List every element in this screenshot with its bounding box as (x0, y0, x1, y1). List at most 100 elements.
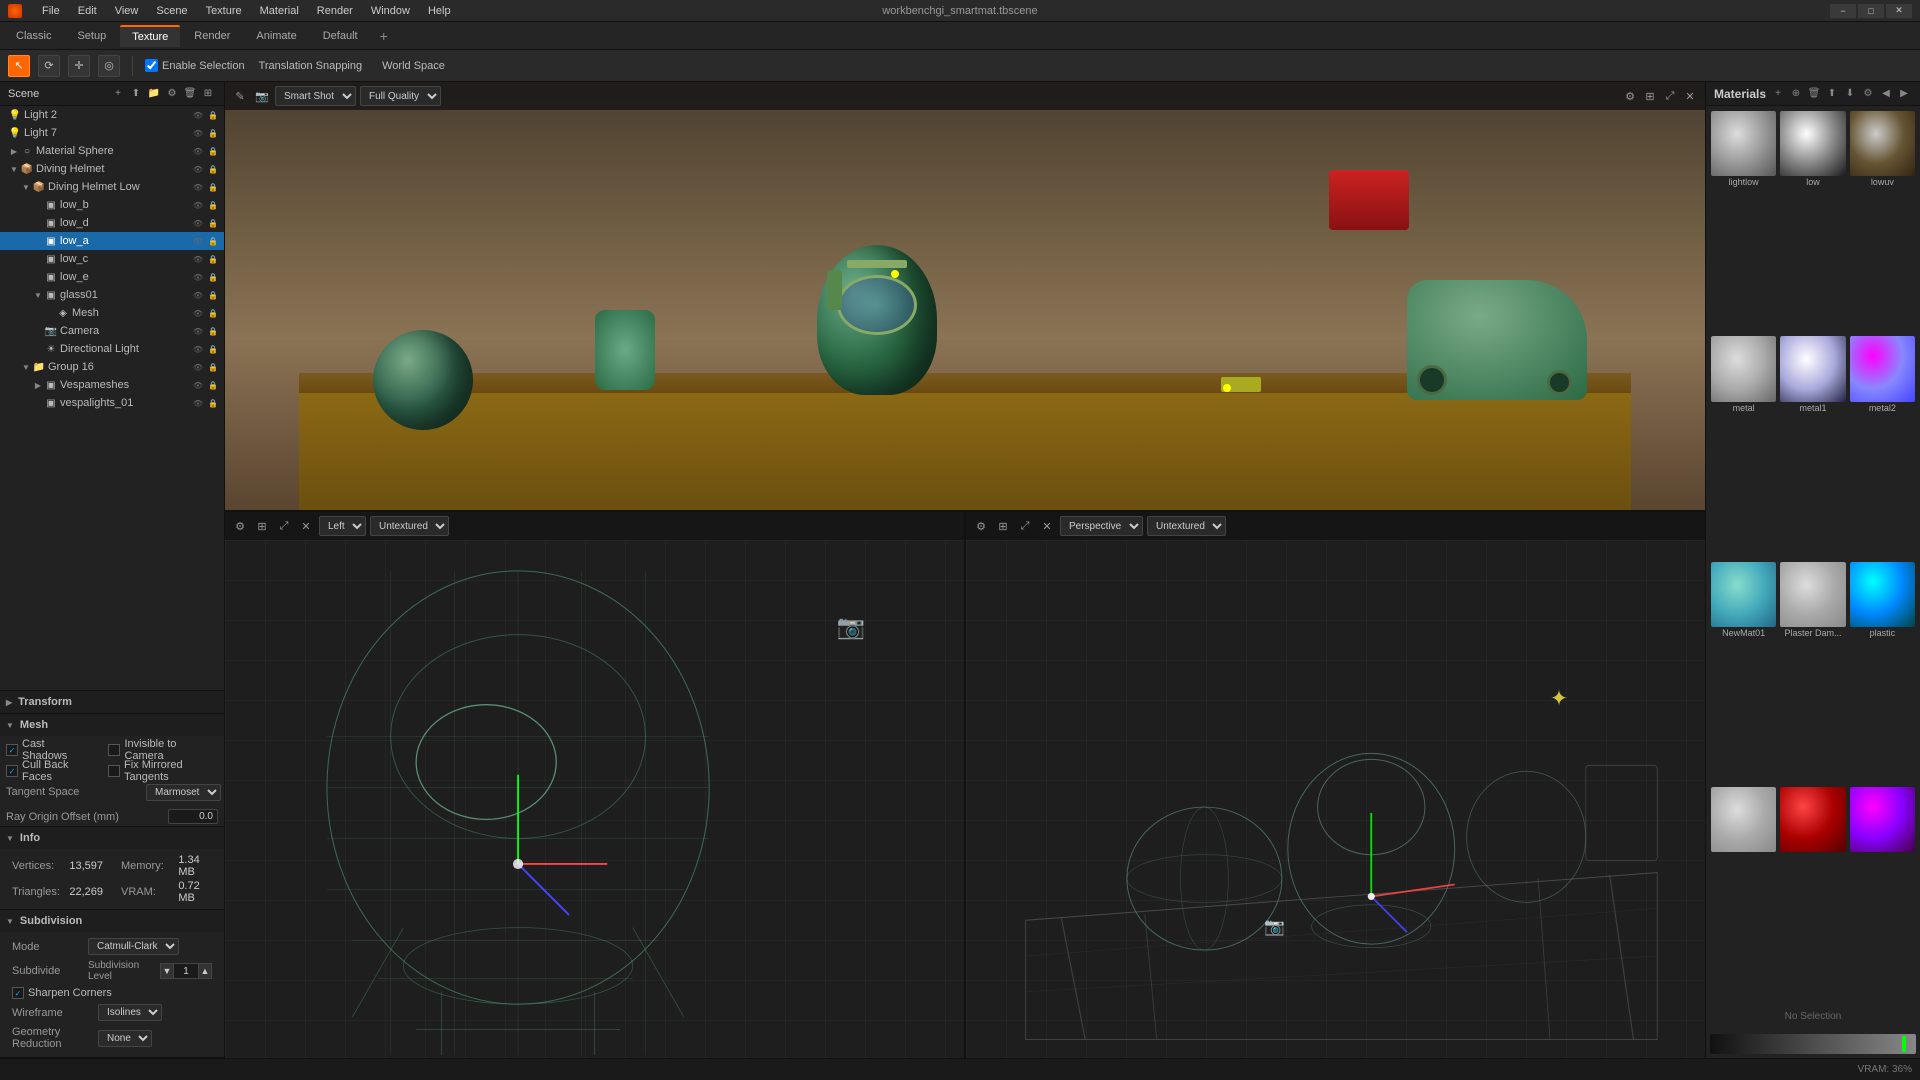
invisible-camera-checkbox[interactable] (108, 744, 120, 756)
rotate-tool-button[interactable]: ⟳ (38, 55, 60, 77)
close-button[interactable]: ✕ (1886, 4, 1912, 18)
material-metal2[interactable]: metal2 (1849, 335, 1916, 558)
tab-render[interactable]: Render (182, 26, 242, 46)
translation-snapping-label[interactable]: Translation Snapping (253, 58, 369, 74)
scene-import-button[interactable]: ⬆ (128, 86, 144, 102)
right-vp-close-icon[interactable]: ✕ (1038, 517, 1056, 535)
left-shading-dropdown[interactable]: Untextured (370, 516, 449, 536)
quality-dropdown[interactable]: Full Quality (360, 86, 441, 106)
viewport-layout-icon[interactable]: ⊞ (1641, 87, 1659, 105)
menu-scene[interactable]: Scene (148, 3, 195, 19)
wireframe-select[interactable]: Isolines (98, 1004, 162, 1021)
maximize-button[interactable]: □ (1858, 4, 1884, 18)
menu-help[interactable]: Help (420, 3, 459, 19)
mode-select[interactable]: Catmull-Clark (88, 938, 179, 955)
info-header[interactable]: ▼ Info (0, 827, 224, 849)
tree-item-diving-helmet-low[interactable]: ▼ 📦 Diving Helmet Low 👁🔒 (0, 178, 224, 196)
expand-arrow[interactable]: ▼ (20, 361, 32, 373)
color-bar-handle[interactable] (1902, 1036, 1906, 1052)
right-vp-expand-icon[interactable]: ⤢ (1016, 517, 1034, 535)
scene-folder-button[interactable]: 📁 (146, 86, 162, 102)
right-vp-layout-icon[interactable]: ⊞ (994, 517, 1012, 535)
menu-render[interactable]: Render (309, 3, 361, 19)
mat-duplicate-button[interactable]: ⊕ (1788, 86, 1804, 102)
tree-item-camera[interactable]: 📷 Camera 👁🔒 (0, 322, 224, 340)
menu-edit[interactable]: Edit (70, 3, 105, 19)
expand-arrow[interactable]: ▶ (8, 145, 20, 157)
cast-shadows-checkbox[interactable] (6, 744, 18, 756)
right-viewport[interactable]: ⚙ ⊞ ⤢ ✕ Perspective Untextured (966, 512, 1705, 1058)
lock-icon[interactable]: 🔒 (206, 108, 220, 122)
material-low[interactable]: low (1779, 110, 1846, 333)
expand-arrow[interactable]: ▼ (32, 289, 44, 301)
color-bar[interactable] (1710, 1034, 1916, 1054)
tab-animate[interactable]: Animate (244, 26, 308, 46)
material-metal[interactable]: metal (1710, 335, 1777, 558)
mat-delete-button[interactable]: 🗑 (1806, 86, 1822, 102)
scene-grid-button[interactable]: ⊞ (200, 86, 216, 102)
menu-window[interactable]: Window (363, 3, 418, 19)
scene-settings-button[interactable]: ⚙ (164, 86, 180, 102)
ray-origin-input[interactable] (168, 809, 218, 824)
world-space-label[interactable]: World Space (376, 58, 451, 74)
menu-view[interactable]: View (107, 3, 147, 19)
mat-add-button[interactable]: + (1770, 86, 1786, 102)
subdivision-header[interactable]: ▼ Subdivision (0, 910, 224, 932)
geometry-reduction-select[interactable]: None (98, 1030, 152, 1047)
minimize-button[interactable]: − (1830, 4, 1856, 18)
material-r2[interactable] (1779, 786, 1846, 999)
fix-mirrored-check[interactable]: Fix Mirrored Tangents (108, 759, 218, 783)
tree-item-low-a[interactable]: ▣ low_a 👁🔒 (0, 232, 224, 250)
viewport-close-icon[interactable]: ✕ (1681, 87, 1699, 105)
tab-setup[interactable]: Setup (65, 26, 118, 46)
tree-item-vespalights[interactable]: ▣ vespalights_01 👁🔒 (0, 394, 224, 412)
material-r3[interactable] (1849, 786, 1916, 999)
left-vp-layout-icon[interactable]: ⊞ (253, 517, 271, 535)
stepper-up-button[interactable]: ▲ (198, 963, 212, 979)
orbit-tool-button[interactable]: ◎ (98, 55, 120, 77)
material-plastic[interactable]: plastic (1849, 561, 1916, 784)
tree-item-material-sphere[interactable]: ▶ ○ Material Sphere 👁🔒 (0, 142, 224, 160)
expand-arrow[interactable]: ▶ (32, 379, 44, 391)
mesh-header[interactable]: ▼ Mesh (0, 714, 224, 736)
tree-item-low-e[interactable]: ▣ low_e 👁🔒 (0, 268, 224, 286)
mat-search-button[interactable]: ◀ (1878, 86, 1894, 102)
right-vp-settings-icon[interactable]: ⚙ (972, 517, 990, 535)
tree-item-glass01[interactable]: ▼ ▣ glass01 👁🔒 (0, 286, 224, 304)
tree-item-light7[interactable]: 💡 Light 7 👁🔒 (0, 124, 224, 142)
right-shading-dropdown[interactable]: Untextured (1147, 516, 1226, 536)
tree-item-low-d[interactable]: ▣ low_d 👁🔒 (0, 214, 224, 232)
smart-shot-dropdown[interactable]: Smart Shot (275, 86, 356, 106)
left-vp-close-icon[interactable]: ✕ (297, 517, 315, 535)
sharpen-corners-checkbox[interactable] (12, 987, 24, 999)
viewport-fullscreen-icon[interactable]: ⤢ (1661, 87, 1679, 105)
main-viewport-bg[interactable]: ✎ 📷 Smart Shot Full Quality ⚙ ⊞ ⤢ ✕ (225, 82, 1705, 510)
tab-texture[interactable]: Texture (120, 25, 180, 47)
sharpen-corners-check[interactable]: Sharpen Corners (12, 987, 112, 999)
scene-add-button[interactable]: + (110, 86, 126, 102)
tree-item-low-c[interactable]: ▣ low_c 👁🔒 (0, 250, 224, 268)
mat-import-button[interactable]: ⬆ (1824, 86, 1840, 102)
add-tab-button[interactable]: + (372, 26, 396, 46)
material-lowuv[interactable]: lowuv (1849, 110, 1916, 333)
viewport-camera-icon[interactable]: 📷 (253, 87, 271, 105)
tab-default[interactable]: Default (311, 26, 370, 46)
select-tool-button[interactable]: ↖ (8, 55, 30, 77)
tab-classic[interactable]: Classic (4, 26, 63, 46)
cull-back-faces-checkbox[interactable] (6, 765, 18, 777)
tree-item-vespameshes[interactable]: ▶ ▣ Vespameshes 👁🔒 (0, 376, 224, 394)
menu-material[interactable]: Material (252, 3, 307, 19)
tree-item-low-b[interactable]: ▣ low_b 👁🔒 (0, 196, 224, 214)
material-r1[interactable] (1710, 786, 1777, 999)
tree-item-group16[interactable]: ▼ 📁 Group 16 👁🔒 (0, 358, 224, 376)
left-viewport[interactable]: ⚙ ⊞ ⤢ ✕ Left Untextured (225, 512, 966, 1058)
left-view-dropdown[interactable]: Left (319, 516, 366, 536)
material-lightlow[interactable]: lightlow (1710, 110, 1777, 333)
tree-item-mesh[interactable]: ◈ Mesh 👁🔒 (0, 304, 224, 322)
cull-back-faces-check[interactable]: Cull Back Faces (6, 759, 92, 783)
material-plaster[interactable]: Plaster Dam... (1779, 561, 1846, 784)
perspective-dropdown[interactable]: Perspective (1060, 516, 1143, 536)
mat-export-button[interactable]: ⬇ (1842, 86, 1858, 102)
scene-trash-button[interactable]: 🗑 (182, 86, 198, 102)
fix-mirrored-checkbox[interactable] (108, 765, 120, 777)
